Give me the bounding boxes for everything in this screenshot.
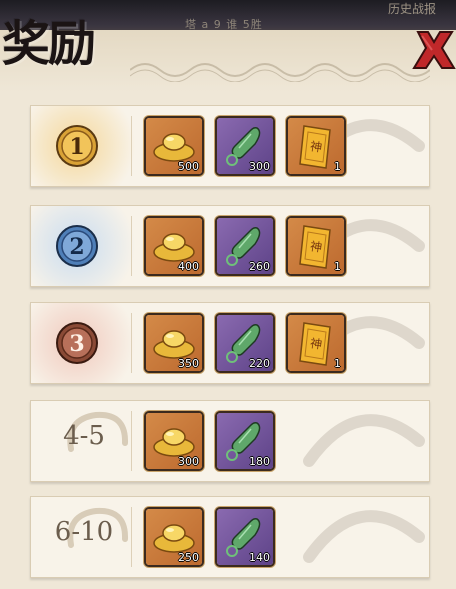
page-title: 奖励 (2, 16, 96, 72)
row-divider (131, 507, 132, 567)
reward-quantity: 350 (178, 357, 199, 370)
brush-stroke-decoration (303, 510, 425, 563)
row-divider (131, 116, 132, 176)
row-divider (131, 216, 132, 276)
reward-quantity: 400 (178, 260, 199, 273)
reward-gold-ingot[interactable]: 400 (146, 218, 202, 274)
history-report-link[interactable]: 历史战报 (388, 0, 456, 20)
reward-talisman-card[interactable]: 神 1 (288, 315, 344, 371)
reward-talisman-card[interactable]: 神 1 (288, 218, 344, 274)
reward-quantity: 260 (249, 260, 270, 273)
reward-gold-ingot[interactable]: 300 (146, 413, 202, 469)
svg-text:1: 1 (69, 134, 84, 160)
reward-quantity: 250 (178, 551, 199, 564)
reward-gold-ingot[interactable]: 500 (146, 118, 202, 174)
rank-range-label: 6-10 (54, 517, 114, 547)
svg-text:神: 神 (309, 336, 323, 352)
reward-row-rank-3: 3 350 220 神 1 (30, 302, 430, 384)
reward-jade-token[interactable]: 260 (217, 218, 273, 274)
row-divider (131, 313, 132, 373)
svg-text:3: 3 (69, 331, 84, 357)
brush-stroke-decoration (303, 414, 425, 467)
svg-text:神: 神 (309, 239, 323, 255)
reward-jade-token[interactable]: 300 (217, 118, 273, 174)
reward-talisman-card[interactable]: 神 1 (288, 118, 344, 174)
reward-quantity: 220 (249, 357, 270, 370)
reward-gold-ingot[interactable]: 250 (146, 509, 202, 565)
cloud-pattern-decoration (130, 63, 430, 82)
rank-medal-3-icon: 3 (56, 322, 98, 364)
reward-quantity: 300 (249, 160, 270, 173)
reward-row-rank-4-5: 4-5 300 180 (30, 400, 430, 482)
rank-range-label: 4-5 (63, 421, 105, 451)
reward-row-rank-1: 1 500 300 神 1 (30, 105, 430, 187)
reward-jade-token[interactable]: 180 (217, 413, 273, 469)
svg-text:神: 神 (309, 139, 323, 155)
row-divider (131, 411, 132, 471)
close-x-icon (412, 31, 456, 69)
reward-quantity: 300 (178, 455, 199, 468)
reward-quantity: 1 (334, 260, 341, 273)
reward-row-rank-2: 2 400 260 神 1 (30, 205, 430, 287)
rank-medal-2-icon: 2 (56, 225, 98, 267)
reward-jade-token[interactable]: 140 (217, 509, 273, 565)
reward-quantity: 140 (249, 551, 270, 564)
reward-row-rank-6-10: 6-10 250 140 (30, 496, 430, 578)
reward-quantity: 180 (249, 455, 270, 468)
reward-jade-token[interactable]: 220 (217, 315, 273, 371)
reward-gold-ingot[interactable]: 350 (146, 315, 202, 371)
rank-medal-1-icon: 1 (56, 125, 98, 167)
close-button[interactable] (412, 28, 456, 72)
reward-quantity: 500 (178, 160, 199, 173)
reward-quantity: 1 (334, 160, 341, 173)
svg-text:2: 2 (69, 234, 84, 260)
reward-quantity: 1 (334, 357, 341, 370)
